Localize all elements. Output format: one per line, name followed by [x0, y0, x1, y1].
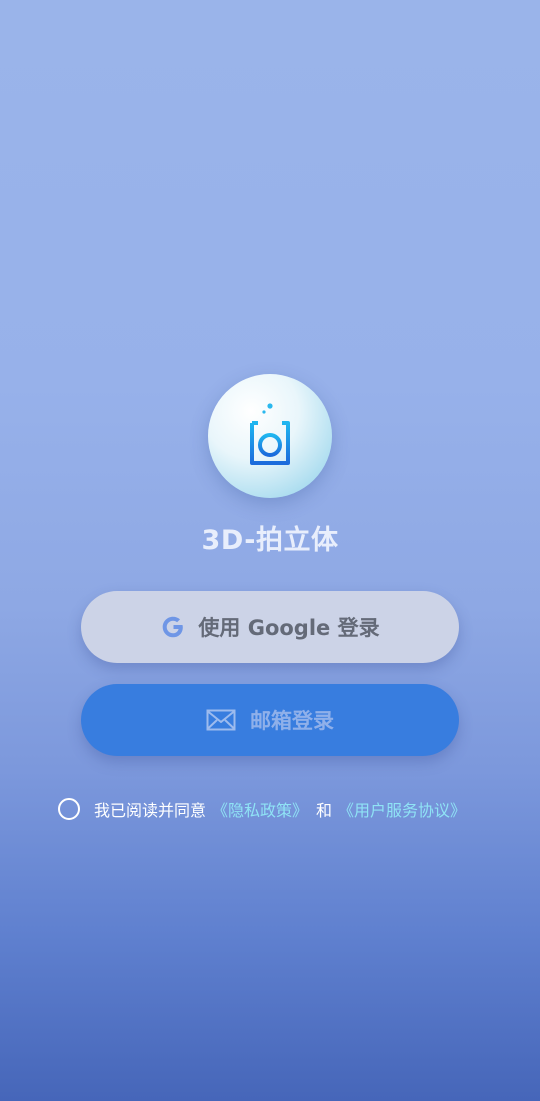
- agreement-text: 我已阅读并同意: [94, 801, 207, 820]
- email-login-button[interactable]: 邮箱登录: [81, 684, 459, 756]
- google-login-label: 使用 Google 登录: [198, 616, 380, 640]
- service-agreement-link[interactable]: 《用户服务协议》: [338, 797, 466, 821]
- app-name: 3D-拍立体: [201, 525, 339, 556]
- camera-box-icon: [250, 403, 290, 465]
- google-icon: [163, 616, 184, 638]
- agreement-row: 我已阅读并同意 《隐私政策》 和 《用户服务协议》: [58, 796, 466, 822]
- google-login-button[interactable]: 使用 Google 登录: [81, 591, 459, 663]
- envelope-icon: [206, 709, 236, 731]
- agreement-checkbox[interactable]: [58, 798, 80, 820]
- agreement-conjunction: 和: [316, 801, 333, 820]
- privacy-policy-link[interactable]: 《隐私政策》: [212, 797, 308, 821]
- email-login-label: 邮箱登录: [250, 709, 334, 733]
- app-logo: [208, 374, 332, 498]
